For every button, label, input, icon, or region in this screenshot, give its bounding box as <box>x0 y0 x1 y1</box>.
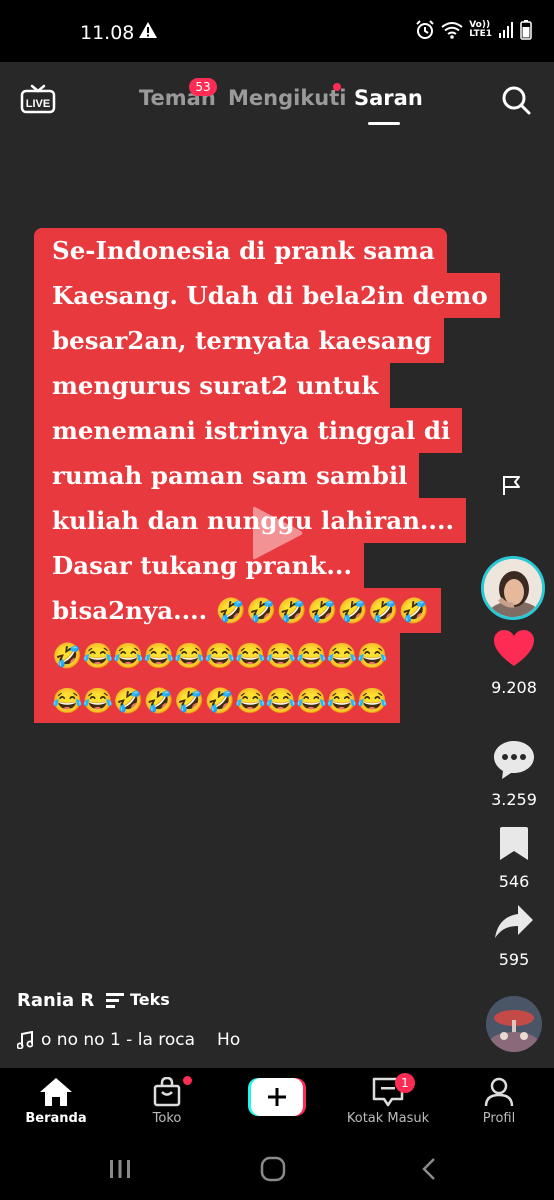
home-icon <box>40 1078 72 1106</box>
lte-label: LTE1 <box>469 29 492 39</box>
caption-line: rumah paman sam sambil <box>34 453 420 498</box>
music-disc[interactable] <box>486 996 542 1052</box>
nav-beranda-label: Beranda <box>25 1111 87 1126</box>
kotak-masuk-badge: 1 <box>395 1073 415 1093</box>
music-title: o no no 1 - la roca <box>41 1030 196 1050</box>
share-button[interactable]: 595 <box>480 904 548 969</box>
back-icon[interactable] <box>420 1157 438 1181</box>
caption-line: 🤣😂😂😂😂😂😂😂😂😂😂 <box>34 633 400 678</box>
tab-mengikuti[interactable]: Mengikuti <box>228 86 346 110</box>
nav-kotak-masuk-label: Kotak Masuk <box>346 1111 430 1126</box>
save-count: 546 <box>498 872 530 891</box>
author-name[interactable]: Rania R <box>17 990 94 1011</box>
battery-icon <box>520 20 532 40</box>
home-button-icon[interactable] <box>260 1156 286 1182</box>
plus-icon <box>248 1078 306 1116</box>
caption-line: menemani istrinya tinggal di <box>34 408 463 453</box>
bottom-nav: Beranda Toko 1 Kotak Masuk Profil <box>0 1068 554 1138</box>
recent-apps-icon[interactable] <box>108 1158 132 1180</box>
tab-saran[interactable]: Saran <box>354 86 423 110</box>
status-bar: 11.08 Vo)) LTE1 <box>0 0 554 62</box>
share-count: 595 <box>498 950 530 969</box>
like-button[interactable]: 9.208 <box>480 630 548 697</box>
nav-profil-label: Profil <box>482 1111 516 1126</box>
nav-beranda[interactable]: Beranda <box>6 1068 106 1138</box>
caption-line: mengurus surat2 untuk <box>34 363 391 408</box>
nav-kotak-masuk[interactable]: 1 Kotak Masuk <box>338 1068 438 1138</box>
comment-count: 3.259 <box>491 790 537 809</box>
comment-icon <box>494 741 534 779</box>
caption-line: bisa2nya.... 🤣🤣🤣🤣🤣🤣🤣 <box>34 588 442 633</box>
creator-avatar[interactable] <box>481 556 545 620</box>
create-button[interactable] <box>248 1078 306 1116</box>
report-flag-icon[interactable] <box>501 474 523 500</box>
search-icon[interactable] <box>500 84 532 120</box>
music-ticker[interactable]: o no no 1 - la roca Ho <box>17 1030 240 1050</box>
share-icon <box>495 905 533 938</box>
profile-icon <box>484 1077 514 1107</box>
active-tab-indicator <box>368 122 400 125</box>
caption-line: Se-Indonesia di prank sama <box>34 228 447 273</box>
feed-tabs: Teman 53 Mengikuti Saran <box>0 62 554 132</box>
nav-toko-label: Toko <box>152 1111 182 1126</box>
caption-line: besar2an, ternyata kaesang <box>34 318 444 363</box>
comment-button[interactable]: 3.259 <box>480 740 548 809</box>
status-icons: Vo)) LTE1 <box>415 20 532 40</box>
nav-profil[interactable]: Profil <box>449 1068 549 1138</box>
mengikuti-dot <box>333 83 341 91</box>
top-nav: LIVE Teman 53 Mengikuti Saran <box>0 62 554 132</box>
bookmark-icon <box>500 827 528 860</box>
teks-chip[interactable]: Teks <box>106 990 170 1009</box>
save-button[interactable]: 546 <box>480 826 548 891</box>
caption-line: Dasar tukang prank... <box>34 543 364 588</box>
caption-text: Se-Indonesia di prank sama Kaesang. Udah… <box>34 228 500 723</box>
toko-dot <box>183 1076 192 1085</box>
play-icon[interactable] <box>247 503 307 567</box>
caption-line: Kaesang. Udah di bela2in demo <box>34 273 500 318</box>
music-title-continued: Ho <box>217 1030 241 1050</box>
heart-icon <box>494 630 534 666</box>
volte-icon: Vo)) LTE1 <box>469 21 492 39</box>
caption-line: 😂😂🤣🤣🤣🤣😂😂😂😂😂 <box>34 678 400 723</box>
warning-icon <box>138 20 158 44</box>
music-note-icon <box>17 1031 33 1049</box>
system-nav-bar <box>0 1138 554 1200</box>
shop-bag-icon <box>153 1077 181 1107</box>
alarm-icon <box>416 20 434 39</box>
like-count: 9.208 <box>491 678 537 697</box>
nav-toko[interactable]: Toko <box>117 1068 217 1138</box>
wifi-icon <box>441 22 463 39</box>
signal-icon <box>499 22 513 38</box>
teks-label: Teks <box>130 990 170 1009</box>
status-time: 11.08 <box>80 22 135 44</box>
text-lines-icon <box>106 992 124 1008</box>
teman-badge: 53 <box>189 78 217 96</box>
